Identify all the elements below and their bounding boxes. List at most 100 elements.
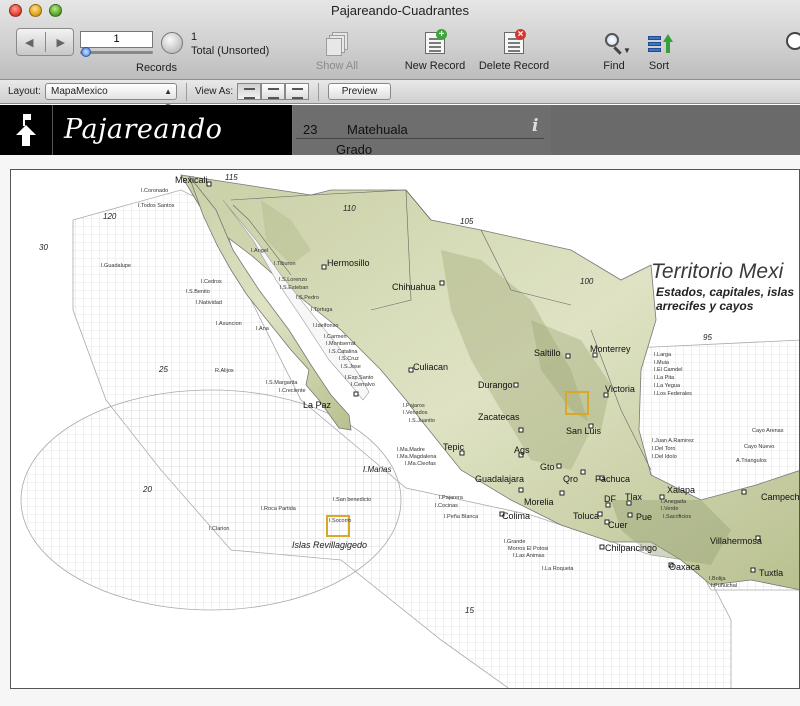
city-dot[interactable] (439, 280, 445, 286)
city-label: Pachuca (595, 474, 630, 484)
city-label: Cuer (608, 520, 628, 530)
island-label: I.Pajarera (439, 495, 464, 501)
layout-bar: Layout: MapaMexico ▲▼ View As: Preview (0, 80, 800, 111)
records-label: Records (136, 62, 177, 74)
current-record-field[interactable]: 1 (80, 31, 153, 48)
island-label: I.S.Margarita (266, 380, 298, 386)
city-label: Gto (540, 462, 555, 472)
island-label: I.Las Animas (513, 553, 545, 559)
city-dot[interactable] (580, 469, 586, 475)
city-dot[interactable] (565, 353, 571, 359)
info-icon[interactable]: i (532, 116, 538, 136)
city-label: Culiacan (413, 362, 448, 372)
previous-record-icon[interactable]: ◀ (25, 36, 33, 49)
new-record-button[interactable]: + New Record (403, 29, 467, 72)
city-label: La Paz (303, 400, 332, 410)
longitude-label: 95 (703, 333, 712, 342)
map-title: Territorio Mexi (651, 260, 785, 283)
island-label: I.Anegada (661, 499, 687, 505)
city-label: Qro (563, 474, 578, 484)
city-label: Toluca (573, 511, 599, 521)
island-label: I.Ma.Magdalena (397, 454, 437, 460)
mexico-map: Territorio Mexi Estados, capitales, isla… (20, 173, 800, 688)
sort-button[interactable]: Sort (644, 32, 674, 72)
app-logo: Pajareando (64, 114, 223, 145)
city-label: Saltillo (534, 348, 561, 358)
island-label: I.Tortuga (311, 307, 333, 313)
city-dot[interactable] (206, 181, 212, 187)
island-label: I.Pajaros (403, 403, 425, 409)
island-label: I.S.Juanito (409, 418, 435, 424)
layout-label: Layout: (8, 86, 41, 97)
latitude-label: 25 (158, 365, 168, 374)
city-dot[interactable] (518, 487, 524, 493)
city-dot[interactable] (559, 490, 565, 496)
view-table-button[interactable] (285, 83, 309, 100)
island-label: I.S.Esteban (280, 285, 308, 291)
record-book-navigator[interactable]: ◀ ▶ (16, 28, 74, 56)
view-list-button[interactable] (261, 83, 285, 100)
city-dot[interactable] (353, 391, 359, 397)
city-dot[interactable] (556, 463, 562, 469)
city-dot[interactable] (321, 264, 327, 270)
city-dot[interactable] (627, 512, 633, 518)
city-dot[interactable] (599, 544, 605, 550)
city-label: Pue (636, 512, 652, 522)
island-label: I.La Yegua (654, 383, 681, 389)
city-dot[interactable] (750, 567, 756, 573)
city-field[interactable]: Matehuala (347, 122, 408, 137)
island-label: I.Del Idolo (652, 454, 677, 460)
island-label: I.Socorro (329, 518, 351, 524)
layout-select[interactable]: MapaMexico ▲▼ (45, 83, 177, 111)
island-label: I.S.Catalina (329, 349, 358, 355)
longitude-label: 120 (103, 212, 117, 221)
island-label: I.Carmen (324, 334, 347, 340)
found-count: 1 (191, 31, 198, 43)
record-id-field[interactable]: 23 (303, 122, 317, 137)
city-label: Colima (502, 511, 530, 521)
city-label: San Luis (566, 426, 602, 436)
delete-record-button[interactable]: × Delete Record (476, 29, 552, 72)
city-dot[interactable] (513, 382, 519, 388)
map-subtitle-2: arrecifes y cayos (656, 299, 754, 313)
island-label: I.Tiburon (274, 261, 296, 267)
island-label: I.Venados (403, 410, 428, 416)
next-record-icon[interactable]: ▶ (57, 36, 65, 49)
find-button[interactable]: ▼ Find (597, 32, 631, 72)
city-label: Campeche (761, 492, 800, 502)
island-label: I.Del Toro (652, 446, 675, 452)
record-slider-handle[interactable] (81, 47, 91, 57)
quick-find-search-icon[interactable] (786, 32, 800, 50)
view-as-label: View As: (195, 86, 234, 97)
city-label: DF (604, 494, 616, 504)
city-label: Durango (478, 380, 513, 390)
city-dot[interactable] (518, 427, 524, 433)
content-area: Territorio Mexi Estados, capitales, isla… (0, 155, 800, 706)
preview-button[interactable]: Preview (328, 83, 391, 100)
island-label: I.Roca Partida (261, 506, 297, 512)
home-arrow-icon[interactable] (15, 114, 37, 146)
city-label: Ags (514, 445, 530, 455)
city-label: Guadalajara (475, 474, 524, 484)
show-all-button[interactable]: Show All (310, 32, 364, 72)
city-dot[interactable] (741, 489, 747, 495)
header-filler (551, 105, 800, 155)
island-label: I.San benedicto (333, 497, 371, 503)
island-label: I.S.Cruz (339, 356, 359, 362)
city-label: Mexicali (175, 175, 208, 185)
window-toolbar: Pajareando-Cuadrantes ◀ ▶ 1 1 Total (Uns… (0, 0, 800, 80)
find-magnifier-icon: ▼ (601, 32, 631, 56)
island-label: I.S.Pedro (296, 295, 319, 301)
city-label: Xalapa (667, 485, 695, 495)
island-label: I.S.Benito (186, 289, 210, 295)
island-label: I.Angel (251, 248, 268, 254)
view-form-button[interactable] (237, 83, 261, 100)
marias-label: I.Marias (363, 465, 391, 474)
island-label: I.Montserrat (326, 341, 356, 347)
longitude-label: 100 (580, 277, 594, 286)
island-label: I.S.Jose (341, 364, 361, 370)
island-label: I.Sacrificios (663, 514, 691, 520)
city-label: Oaxaca (669, 562, 700, 572)
window-title: Pajareando-Cuadrantes (330, 3, 470, 18)
island-label: I.Ana (256, 326, 270, 332)
